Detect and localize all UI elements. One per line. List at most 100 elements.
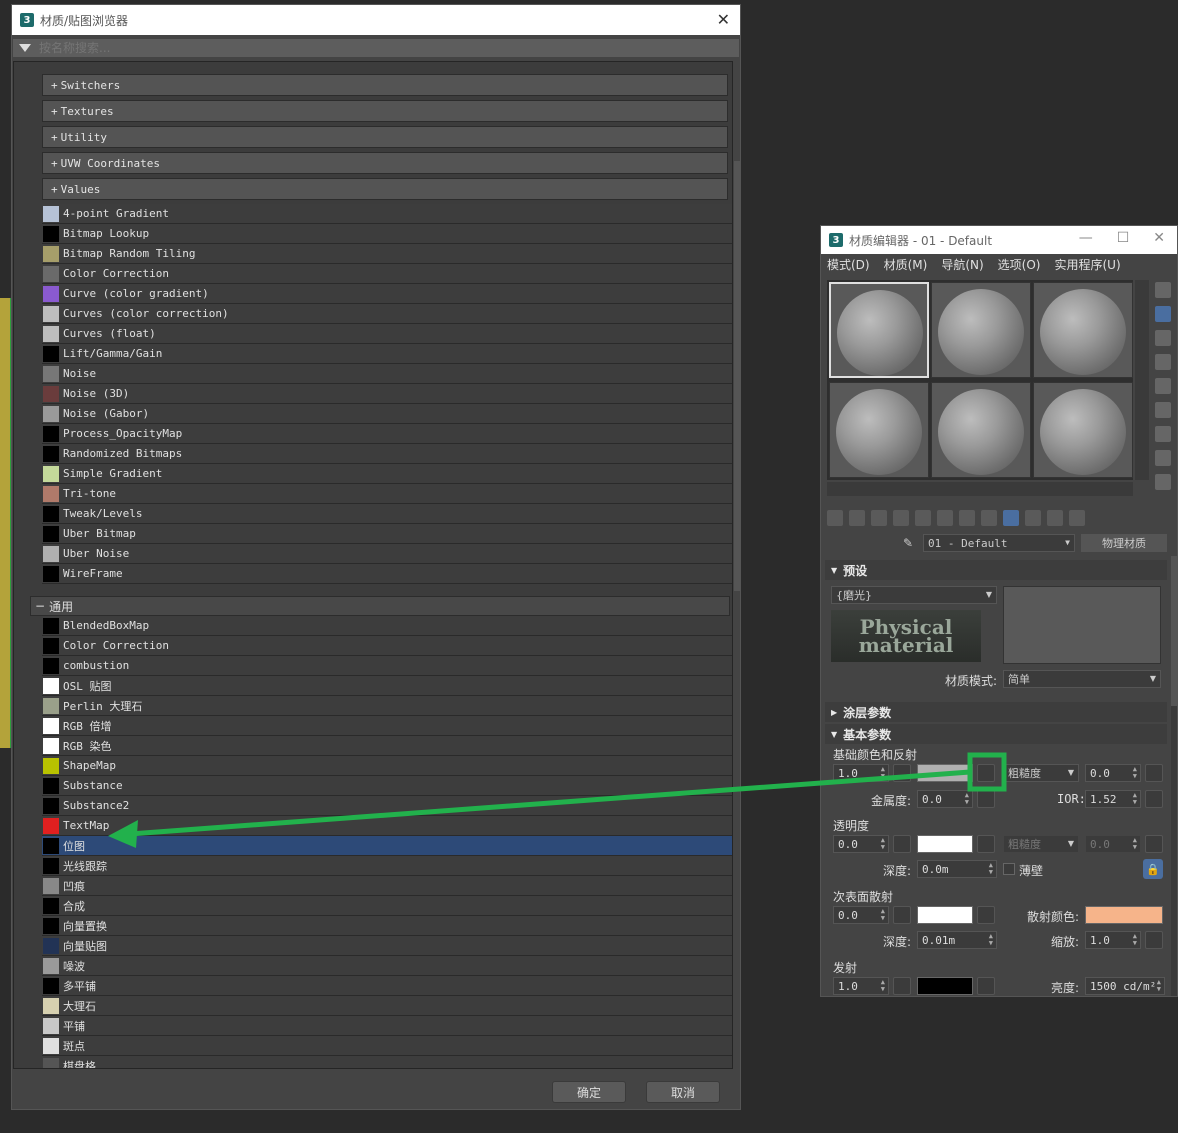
search-input[interactable] bbox=[39, 41, 719, 55]
list-item[interactable]: 合成 bbox=[42, 896, 732, 916]
list-item[interactable]: OSL 贴图 bbox=[42, 676, 732, 696]
sss-color-swatch[interactable] bbox=[917, 906, 973, 924]
ior-spinner[interactable]: 1.52 ▲ ▼ bbox=[1085, 790, 1141, 808]
reset-icon[interactable] bbox=[893, 510, 909, 526]
sample-slot[interactable] bbox=[931, 282, 1031, 378]
transparency-roughness-dropdown[interactable]: 粗糙度 ▼ bbox=[1003, 835, 1079, 853]
list-item[interactable]: Curve (color gradient) bbox=[42, 284, 732, 304]
rollout-presets[interactable]: ▼ 预设 bbox=[825, 560, 1167, 580]
category-header[interactable]: + Values bbox=[42, 178, 728, 200]
go-to-parent-icon[interactable] bbox=[1047, 510, 1063, 526]
list-item[interactable]: combustion bbox=[42, 656, 732, 676]
show-in-viewport-icon[interactable] bbox=[1003, 510, 1019, 526]
menu-item[interactable]: 选项(O) bbox=[998, 256, 1041, 273]
get-material-icon[interactable] bbox=[827, 510, 843, 526]
list-item[interactable]: Uber Noise bbox=[42, 544, 732, 564]
sss-weight-spinner[interactable]: 0.0 ▲ ▼ bbox=[833, 906, 889, 924]
category-header[interactable]: + UVW Coordinates bbox=[42, 152, 728, 174]
cancel-button[interactable]: 取消 bbox=[646, 1081, 720, 1103]
list-item[interactable]: 大理石 bbox=[42, 996, 732, 1016]
make-preview-icon[interactable] bbox=[1155, 402, 1171, 418]
put-to-scene-icon[interactable] bbox=[849, 510, 865, 526]
category-header[interactable]: + Textures bbox=[42, 100, 728, 122]
transparency-roughness-map-button[interactable] bbox=[1145, 835, 1163, 853]
menu-item[interactable]: 材质(M) bbox=[884, 256, 928, 273]
ok-button[interactable]: 确定 bbox=[552, 1081, 626, 1103]
uv-tiling-icon[interactable] bbox=[1155, 354, 1171, 370]
list-item[interactable]: TextMap bbox=[42, 816, 732, 836]
scrollbar-thumb[interactable] bbox=[734, 161, 740, 591]
scale-map-button[interactable] bbox=[1145, 931, 1163, 949]
base-color-swatch[interactable] bbox=[917, 764, 973, 782]
metalness-spinner[interactable]: 0.0 ▲ ▼ bbox=[917, 790, 973, 808]
list-item[interactable]: Substance2 bbox=[42, 796, 732, 816]
list-item[interactable]: Uber Bitmap bbox=[42, 524, 732, 544]
ior-map-button[interactable] bbox=[1145, 790, 1163, 808]
options-icon[interactable] bbox=[1155, 426, 1171, 442]
params-scrollbar[interactable] bbox=[1171, 556, 1177, 996]
transparency-color-map-button[interactable] bbox=[977, 835, 995, 853]
transparency-depth-spinner[interactable]: 0.0m ▲ ▼ bbox=[917, 860, 997, 878]
list-item[interactable]: Noise (3D) bbox=[42, 384, 732, 404]
sample-type-icon[interactable] bbox=[1155, 282, 1171, 298]
video-color-check-icon[interactable] bbox=[1155, 378, 1171, 394]
list-item[interactable]: Bitmap Random Tiling bbox=[42, 244, 732, 264]
sss-weight-map-button[interactable] bbox=[893, 906, 911, 924]
menu-item[interactable]: 实用程序(U) bbox=[1054, 256, 1120, 273]
list-item[interactable]: 位图 bbox=[42, 836, 732, 856]
base-color-map-button[interactable] bbox=[977, 764, 995, 782]
transparency-color-swatch[interactable] bbox=[917, 835, 973, 853]
sss-color-map-button[interactable] bbox=[977, 906, 995, 924]
list-item[interactable]: Tri-tone bbox=[42, 484, 732, 504]
category-header[interactable]: + Switchers bbox=[42, 74, 728, 96]
roughness-dropdown[interactable]: 粗糙度 ▼ bbox=[1003, 764, 1079, 782]
base-weight-map-button[interactable] bbox=[893, 764, 911, 782]
assign-to-selection-icon[interactable] bbox=[871, 510, 887, 526]
emission-weight-spinner[interactable]: 1.0 ▲ ▼ bbox=[833, 977, 889, 995]
sample-slot[interactable] bbox=[1033, 282, 1133, 378]
menu-item[interactable]: 模式(D) bbox=[827, 256, 870, 273]
roughness-spinner[interactable]: 0.0 ▲ ▼ bbox=[1085, 764, 1141, 782]
material-type-button[interactable]: 物理材质 bbox=[1081, 534, 1167, 552]
sample-slot[interactable] bbox=[931, 382, 1031, 478]
list-item[interactable]: 4-point Gradient bbox=[42, 204, 732, 224]
put-to-library-icon[interactable] bbox=[959, 510, 975, 526]
list-item[interactable]: Substance bbox=[42, 776, 732, 796]
list-item[interactable]: Process_OpacityMap bbox=[42, 424, 732, 444]
minimize-icon[interactable]: — bbox=[1079, 230, 1093, 246]
list-item[interactable]: Curves (float) bbox=[42, 324, 732, 344]
go-forward-sibling-icon[interactable] bbox=[1069, 510, 1085, 526]
list-item[interactable]: 棋盘格 bbox=[42, 1056, 732, 1068]
list-item[interactable]: Noise bbox=[42, 364, 732, 384]
browser-scrollbar[interactable] bbox=[734, 61, 740, 1069]
make-unique-icon[interactable] bbox=[937, 510, 953, 526]
material-navigator-icon[interactable] bbox=[1155, 474, 1171, 490]
list-item[interactable]: WireFrame bbox=[42, 564, 732, 584]
list-item[interactable]: 多平铺 bbox=[42, 976, 732, 996]
list-item[interactable]: Perlin 大理石 bbox=[42, 696, 732, 716]
collapse-icon[interactable] bbox=[19, 44, 31, 52]
maximize-icon[interactable]: ☐ bbox=[1117, 230, 1130, 246]
category-header[interactable]: + Utility bbox=[42, 126, 728, 148]
show-end-result-icon[interactable] bbox=[1025, 510, 1041, 526]
list-item[interactable]: 斑点 bbox=[42, 1036, 732, 1056]
sample-slot[interactable] bbox=[829, 382, 929, 478]
list-item[interactable]: Simple Gradient bbox=[42, 464, 732, 484]
sample-slot[interactable] bbox=[1033, 382, 1133, 478]
list-item[interactable]: 光线跟踪 bbox=[42, 856, 732, 876]
list-item[interactable]: BlendedBoxMap bbox=[42, 616, 732, 636]
list-item[interactable]: 平铺 bbox=[42, 1016, 732, 1036]
list-item[interactable]: 噪波 bbox=[42, 956, 732, 976]
list-item[interactable]: Lift/Gamma/Gain bbox=[42, 344, 732, 364]
menu-item[interactable]: 导航(N) bbox=[941, 256, 983, 273]
list-item[interactable]: Color Correction bbox=[42, 264, 732, 284]
slots-hscrollbar[interactable] bbox=[827, 482, 1133, 496]
list-item[interactable]: ShapeMap bbox=[42, 756, 732, 776]
transparency-roughness-spinner[interactable]: 0.0 ▲ ▼ bbox=[1085, 835, 1141, 853]
backlight-icon[interactable] bbox=[1155, 306, 1171, 322]
list-item[interactable]: Randomized Bitmaps bbox=[42, 444, 732, 464]
list-item[interactable]: RGB 染色 bbox=[42, 736, 732, 756]
list-item[interactable]: Curves (color correction) bbox=[42, 304, 732, 324]
list-item[interactable]: Bitmap Lookup bbox=[42, 224, 732, 244]
material-mode-dropdown[interactable]: 简单 ▼ bbox=[1003, 670, 1161, 688]
